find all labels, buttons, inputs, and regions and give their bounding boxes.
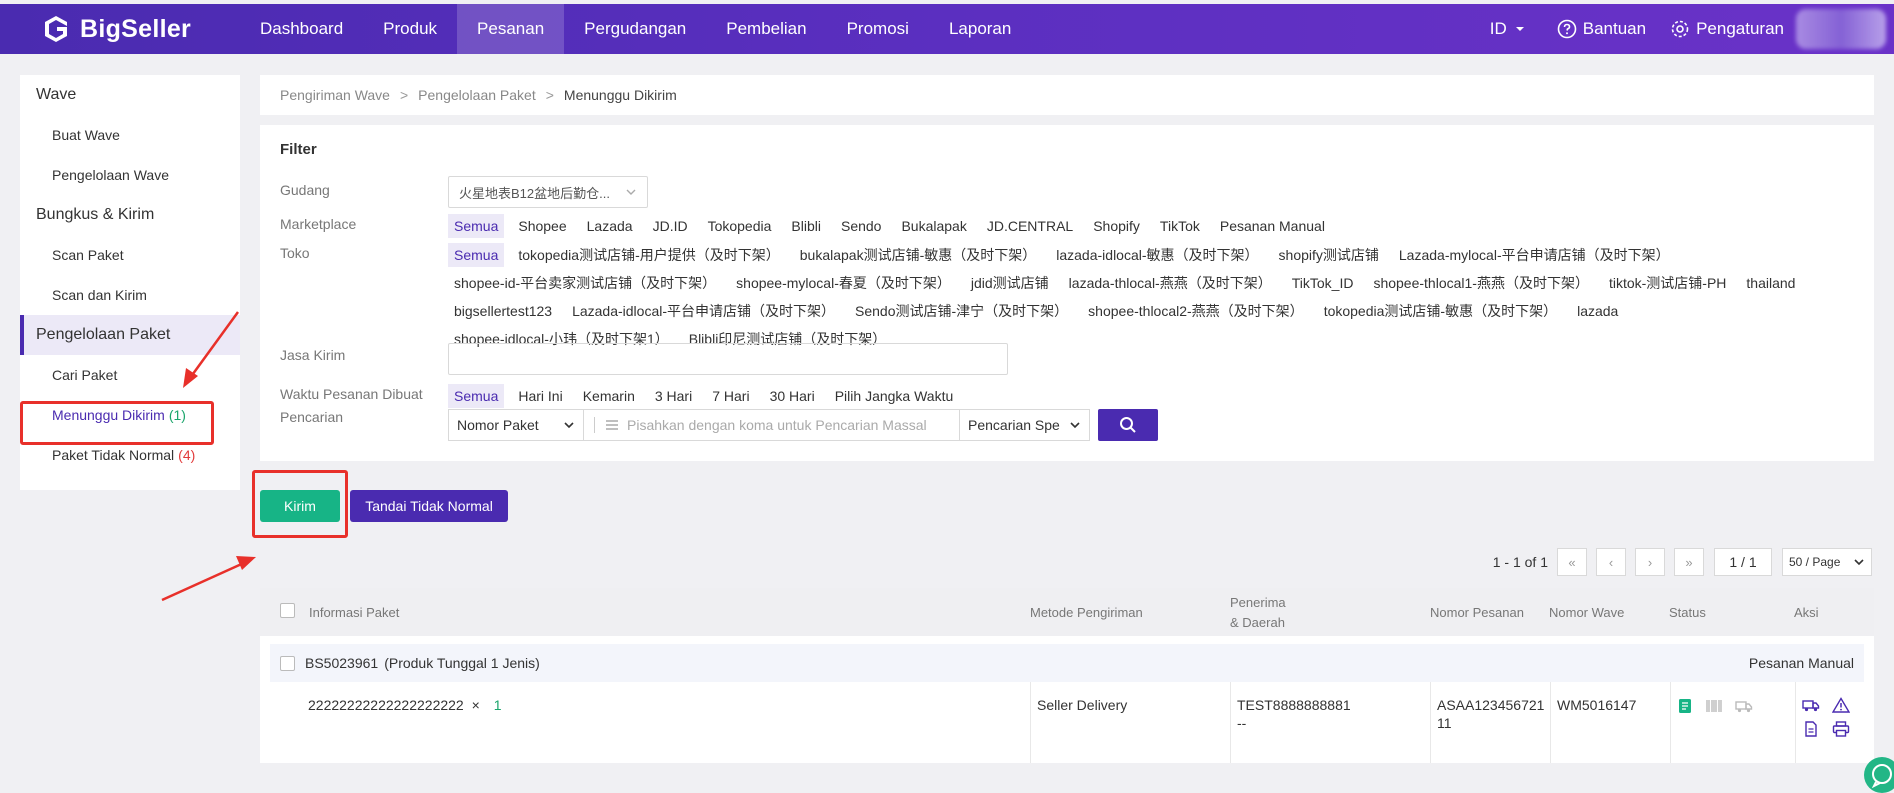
page-size-value: 50 / Page	[1789, 555, 1841, 569]
col-header-status: Status	[1669, 605, 1706, 620]
wave-number[interactable]: WM5016147	[1557, 697, 1636, 713]
package-desc: (Produk Tunggal 1 Jenis)	[384, 655, 540, 671]
select-all-checkbox[interactable]	[280, 603, 295, 618]
double-chevron-right-icon: »	[1685, 554, 1693, 570]
cell-metode: Seller Delivery	[1030, 682, 1230, 763]
quantity: 1	[493, 697, 502, 713]
package-table: Informasi Paket Metode Pengiriman Peneri…	[260, 588, 1874, 763]
truck-icon[interactable]	[1802, 697, 1820, 713]
pagination-summary: 1 - 1 of 1	[1492, 554, 1548, 570]
print-icon[interactable]	[1832, 721, 1850, 737]
col-header-aksi: Aksi	[1794, 605, 1819, 620]
table-header: Informasi Paket Metode Pengiriman Peneri…	[260, 588, 1874, 636]
chat-icon	[1871, 764, 1892, 789]
shipping-method: Seller Delivery	[1037, 697, 1128, 713]
truck-status-icon	[1735, 701, 1752, 713]
cell-nomor-wave: WM5016147	[1550, 682, 1670, 763]
prev-page-button[interactable]: ‹	[1596, 548, 1626, 576]
next-page-button[interactable]: ›	[1635, 548, 1665, 576]
col-header-info: Informasi Paket	[309, 605, 400, 620]
package-id[interactable]: BS5023961	[305, 655, 378, 671]
order-source: Pesanan Manual	[1748, 655, 1854, 671]
package-group-row: BS5023961 (Produk Tunggal 1 Jenis) Pesan…	[270, 644, 1864, 682]
first-page-button[interactable]: «	[1557, 548, 1587, 576]
cell-penerima: TEST8888888881 --	[1230, 682, 1430, 763]
annotation-arrow	[183, 311, 240, 388]
warning-icon[interactable]	[1832, 697, 1850, 713]
order-number[interactable]: ASAA123456721	[1437, 697, 1544, 713]
double-chevron-left-icon: «	[1568, 554, 1576, 570]
col-header-daerah: & Daerah	[1230, 615, 1285, 630]
pagination: 1 - 1 of 1 « ‹ › » 1 / 1 50 / Page	[1493, 548, 1872, 576]
cell-status	[1670, 682, 1795, 763]
chat-support-button[interactable]	[1864, 757, 1894, 793]
col-header-metode: Metode Pengiriman	[1030, 605, 1143, 620]
cell-nomor-pesanan: ASAA123456721 11	[1430, 682, 1550, 763]
chevron-down-icon	[1854, 559, 1864, 566]
page-indicator[interactable]: 1 / 1	[1714, 548, 1772, 576]
sku: 22222222222222222222	[308, 697, 464, 713]
col-header-nomor-pesanan: Nomor Pesanan	[1430, 605, 1524, 620]
col-header-nomor-wave: Nomor Wave	[1549, 605, 1625, 620]
times-sign: ×	[471, 697, 480, 713]
file-icon[interactable]	[1802, 721, 1820, 737]
table-row: 22222222222222222222 × 1 Seller Delivery…	[270, 682, 1864, 763]
row-checkbox[interactable]	[280, 655, 295, 671]
last-page-button[interactable]: »	[1674, 548, 1704, 576]
document-status-icon	[1679, 699, 1691, 714]
page-size-select[interactable]: 50 / Page	[1782, 548, 1872, 576]
order-number-cont: 11	[1437, 715, 1452, 731]
annotation-arrow	[161, 556, 256, 602]
cell-aksi	[1795, 682, 1864, 763]
chevron-left-icon: ‹	[1608, 554, 1614, 570]
chevron-right-icon: ›	[1647, 554, 1653, 570]
cell-item: 22222222222222222222 × 1	[270, 682, 1030, 763]
recipient: TEST8888888881	[1237, 697, 1351, 713]
col-header-penerima: Penerima	[1230, 595, 1286, 610]
barcode-icon	[1706, 700, 1722, 713]
region: --	[1237, 715, 1247, 731]
